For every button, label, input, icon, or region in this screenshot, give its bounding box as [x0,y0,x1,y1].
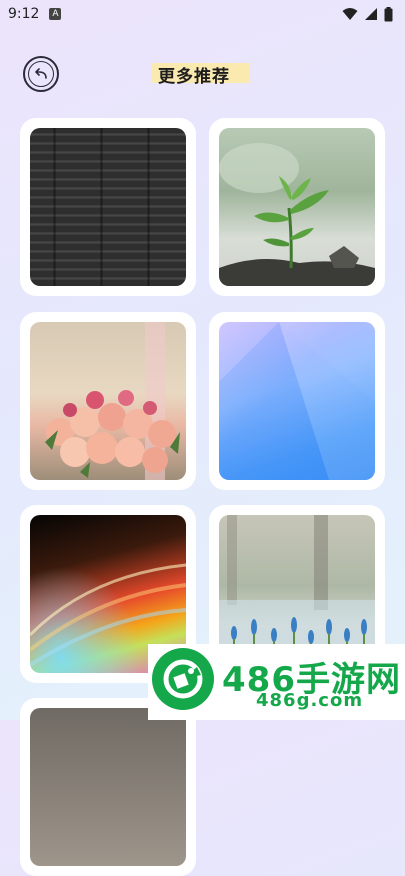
back-arrow-icon [35,68,47,79]
watermark-sub: 486g.com [256,690,364,711]
wallpaper-thumbnail[interactable] [30,128,186,286]
status-bar: 9:12 A [0,0,405,28]
page-title: 更多推荐 [158,67,230,87]
wallpaper-thumbnail[interactable] [219,128,375,286]
wallpaper-card-1[interactable] [20,118,196,296]
wallpaper-thumbnail[interactable] [30,708,186,866]
wallpaper-card-3[interactable] [20,312,196,490]
watermark: 486手游网 486g.com [148,644,405,720]
header: 更多推荐 [0,52,405,98]
wallpaper-card-2[interactable] [209,118,385,296]
wallpaper-thumbnail[interactable] [30,322,186,480]
title-wrap: 更多推荐 [152,62,250,87]
signal-icon [365,8,377,20]
back-button[interactable] [23,56,59,92]
wallpaper-thumbnail[interactable] [219,322,375,480]
status-time: 9:12 [8,6,40,22]
wifi-icon [342,8,358,20]
battery-icon [384,6,393,21]
watermark-logo-icon [152,648,214,710]
wallpaper-card-4[interactable] [209,312,385,490]
notification-icon: A [49,8,62,20]
wallpaper-card-7[interactable] [20,698,196,876]
